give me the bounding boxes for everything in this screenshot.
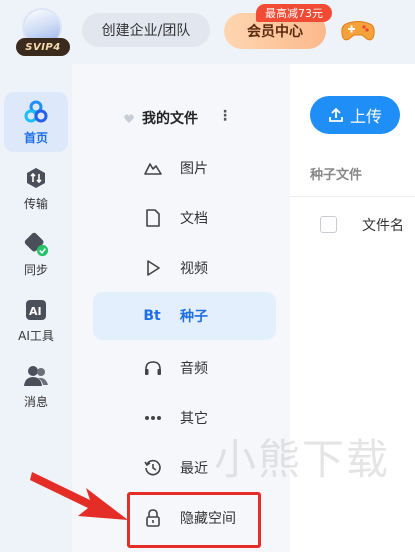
nav-item-label: AI工具 xyxy=(18,328,54,343)
upload-icon xyxy=(329,107,343,122)
heart-icon xyxy=(124,113,134,123)
category-videos[interactable]: 视频 xyxy=(93,244,276,292)
recent-icon xyxy=(143,458,163,478)
picture-icon xyxy=(143,158,163,178)
top-bar: SVIP4 创建企业/团队 会员中心 最高减73元 xyxy=(0,0,415,64)
promo-badge: 最高减73元 xyxy=(256,4,332,22)
user-avatar-area[interactable]: SVIP4 xyxy=(14,8,70,56)
select-all-checkbox[interactable] xyxy=(320,216,337,233)
category-pictures[interactable]: 图片 xyxy=(93,144,276,192)
nav-item-sync[interactable]: 同步 xyxy=(4,224,68,284)
my-files-header[interactable]: 我的文件 xyxy=(124,108,198,128)
game-controller-icon[interactable] xyxy=(340,18,376,44)
category-label: 最近 xyxy=(180,461,208,477)
video-icon xyxy=(143,258,163,278)
nav-item-ai-tools[interactable]: AI AI工具 xyxy=(4,290,68,350)
home-icon xyxy=(23,99,49,125)
audio-icon xyxy=(143,358,163,378)
nav-item-label: 同步 xyxy=(23,262,48,277)
torrent-icon: Bt xyxy=(143,308,161,324)
category-label: 文档 xyxy=(180,211,208,227)
category-documents[interactable]: 文档 xyxy=(93,194,276,242)
create-team-button[interactable]: 创建企业/团队 xyxy=(82,13,210,47)
ai-tools-icon: AI xyxy=(23,297,49,323)
category-torrents[interactable]: Bt 种子 xyxy=(93,292,276,340)
more-options-icon[interactable]: ⋮ xyxy=(218,108,232,124)
category-audio[interactable]: 音频 xyxy=(93,344,276,392)
page-title: 种子文件 xyxy=(310,168,363,183)
upload-button[interactable]: 上传 xyxy=(310,96,400,134)
messages-icon xyxy=(23,363,49,389)
svip-badge: SVIP4 xyxy=(16,38,70,56)
annotation-highlight-box xyxy=(127,492,261,548)
document-icon xyxy=(143,208,163,228)
category-label: 图片 xyxy=(180,161,208,177)
upload-label: 上传 xyxy=(349,107,382,126)
other-icon xyxy=(143,408,163,428)
nav-item-transfer[interactable]: 传输 xyxy=(4,158,68,218)
nav-item-home[interactable]: 首页 xyxy=(4,92,68,152)
sync-icon xyxy=(23,231,49,257)
category-label: 音频 xyxy=(180,361,208,377)
nav-item-label: 消息 xyxy=(23,394,48,409)
column-header-filename[interactable]: 文件名 xyxy=(362,215,404,235)
category-label: 种子 xyxy=(180,309,208,325)
nav-item-label: 首页 xyxy=(23,130,48,145)
transfer-icon xyxy=(23,165,49,191)
divider xyxy=(290,196,415,197)
category-label: 其它 xyxy=(180,411,208,427)
watermark: 小熊下载 xyxy=(214,435,391,484)
nav-item-label: 传输 xyxy=(23,196,48,211)
annotation-arrow-icon xyxy=(30,472,128,520)
category-label: 视频 xyxy=(180,261,208,277)
nav-item-messages[interactable]: 消息 xyxy=(4,356,68,416)
svg-text:AI: AI xyxy=(29,305,42,318)
my-files-label: 我的文件 xyxy=(142,111,198,127)
